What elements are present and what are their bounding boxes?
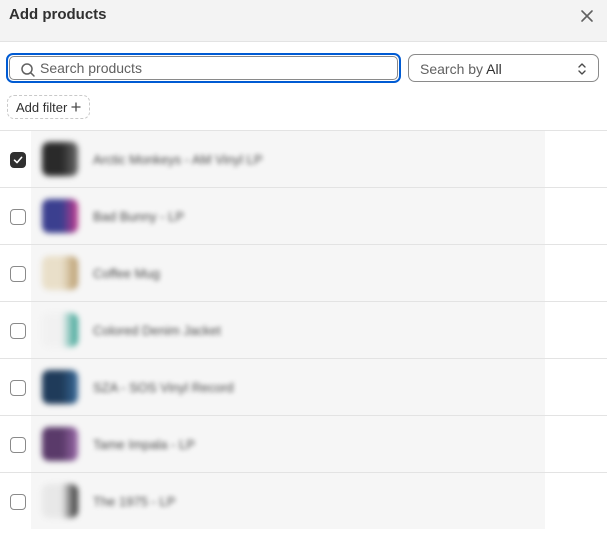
product-name: Colored Denim Jacket xyxy=(93,323,221,338)
product-row[interactable]: Tame Impala - LP xyxy=(0,415,607,472)
modal-title: Add products xyxy=(9,6,107,23)
product-row[interactable]: Arctic Monkeys - AM Vinyl LP xyxy=(0,130,607,187)
add-filter-label: Add filter xyxy=(16,99,68,115)
product-row[interactable]: SZA - SOS Vinyl Record xyxy=(0,358,607,415)
search-toolbar: Search by All Add filter xyxy=(0,42,607,130)
product-name: The 1975 - LP xyxy=(93,494,176,509)
checkmark-icon xyxy=(13,156,23,164)
product-row[interactable]: Colored Denim Jacket xyxy=(0,301,607,358)
product-thumbnail xyxy=(42,199,78,233)
close-button[interactable] xyxy=(577,6,597,26)
product-thumbnail xyxy=(42,427,78,461)
product-checkbox[interactable] xyxy=(10,323,26,339)
product-thumbnail xyxy=(42,313,78,347)
product-name: Bad Bunny - LP xyxy=(93,209,185,224)
plus-icon xyxy=(71,102,81,112)
product-thumbnail xyxy=(42,484,78,518)
product-checkbox[interactable] xyxy=(10,494,26,510)
product-name: Arctic Monkeys - AM Vinyl LP xyxy=(93,152,263,167)
close-icon[interactable] xyxy=(580,9,594,23)
modal-header: Add products xyxy=(0,0,607,42)
search-by-select[interactable]: Search by All xyxy=(408,54,599,82)
product-row[interactable]: Bad Bunny - LP xyxy=(0,187,607,244)
product-name: SZA - SOS Vinyl Record xyxy=(93,380,234,395)
product-checkbox[interactable] xyxy=(10,380,26,396)
product-thumbnail xyxy=(42,370,78,404)
search-input[interactable] xyxy=(40,57,393,79)
product-list: Arctic Monkeys - AM Vinyl LP Bad Bunny - … xyxy=(0,130,607,529)
product-thumbnail xyxy=(42,256,78,290)
search-by-value: All xyxy=(486,61,502,77)
product-checkbox[interactable] xyxy=(10,152,26,168)
search-by-label: Search by xyxy=(420,61,484,77)
product-thumbnail xyxy=(42,142,78,176)
product-checkbox[interactable] xyxy=(10,266,26,282)
product-row[interactable]: The 1975 - LP xyxy=(0,472,607,529)
product-checkbox[interactable] xyxy=(10,437,26,453)
product-name: Coffee Mug xyxy=(93,266,160,281)
search-icon xyxy=(21,63,35,77)
select-chevrons-icon xyxy=(578,63,586,75)
product-row[interactable]: Coffee Mug xyxy=(0,244,607,301)
product-checkbox[interactable] xyxy=(10,209,26,225)
product-name: Tame Impala - LP xyxy=(93,437,195,452)
search-field[interactable] xyxy=(6,53,401,83)
add-filter-button[interactable]: Add filter xyxy=(7,95,91,119)
